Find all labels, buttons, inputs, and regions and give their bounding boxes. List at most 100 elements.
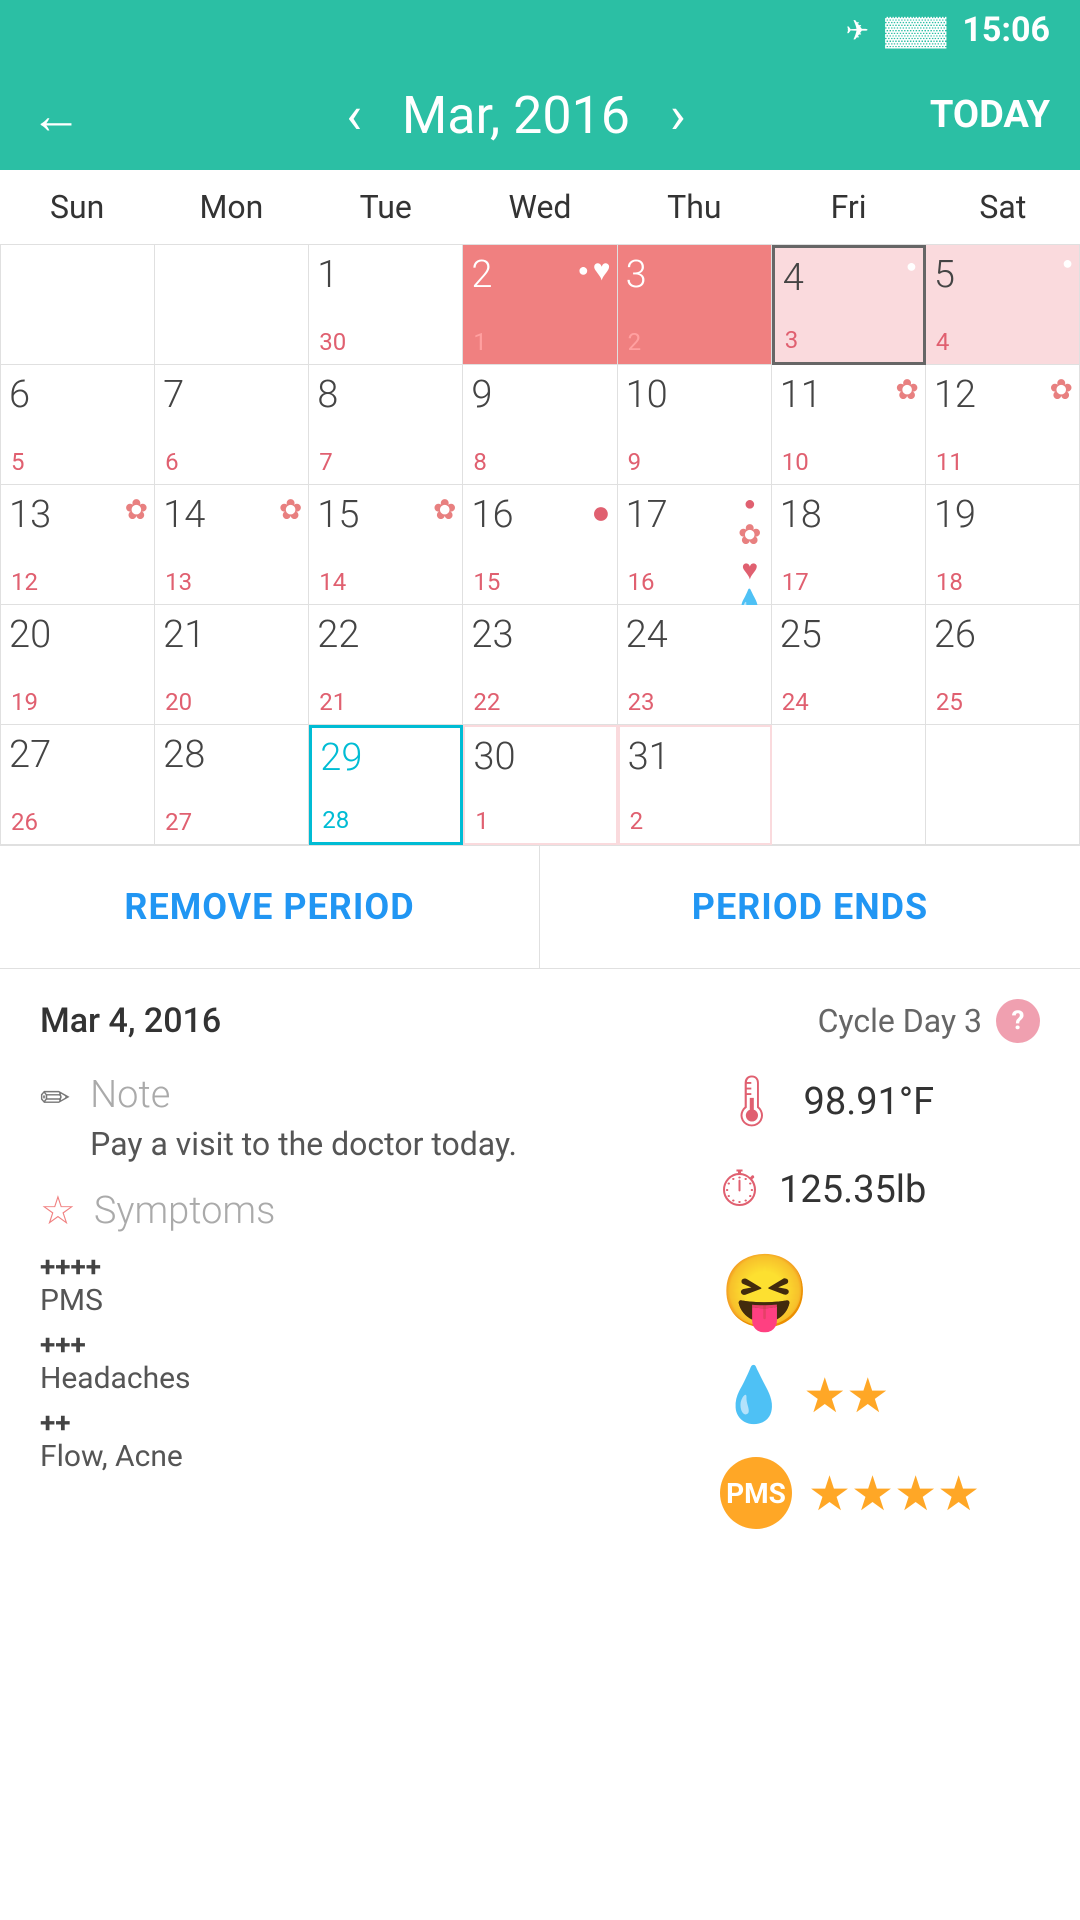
cal-cell-9[interactable]: 9 8 [463, 365, 617, 485]
note-text: Pay a visit to the doctor today. [90, 1125, 517, 1163]
symptoms-label: Symptoms [94, 1189, 275, 1233]
cal-cell-25[interactable]: 25 24 [772, 605, 926, 725]
pms-badge: PMS [720, 1457, 792, 1529]
cal-cell-24[interactable]: 24 23 [618, 605, 772, 725]
cal-cell-18[interactable]: 18 17 [772, 485, 926, 605]
cal-cell-16[interactable]: ● 16 15 [463, 485, 617, 605]
cal-cell-14[interactable]: ✿ 14 13 [155, 485, 309, 605]
symptoms-section: ☆ Symptoms ++++ PMS +++ Headaches ++ Flo… [40, 1187, 680, 1474]
cal-cell-22[interactable]: 22 21 [309, 605, 463, 725]
symptom-headaches: +++ Headaches [40, 1328, 680, 1396]
pms-rating-stars: ★★★★ [808, 1465, 980, 1522]
detail-date: Mar 4, 2016 [40, 1001, 221, 1041]
bottom-action-buttons: REMOVE PERIOD PERIOD ENDS [0, 845, 1080, 969]
cal-cell-5[interactable]: ● 5 4 [926, 245, 1080, 365]
symptoms-header[interactable]: ☆ Symptoms [40, 1187, 680, 1234]
detail-body: ✏ Note Pay a visit to the doctor today. … [40, 1073, 1040, 1529]
flower-icon: ✿ [433, 493, 456, 526]
star-icon: ☆ [40, 1187, 76, 1234]
cal-cell-27[interactable]: 27 26 [1, 725, 155, 845]
day-header-tue: Tue [309, 170, 463, 244]
cal-cell-21[interactable]: 21 20 [155, 605, 309, 725]
temperature-value: 98.91°F [803, 1080, 934, 1124]
status-time: 15:06 [962, 10, 1050, 50]
detail-left-col: ✏ Note Pay a visit to the doctor today. … [40, 1073, 680, 1529]
period-dot-icon: ● [591, 493, 610, 531]
cal-cell-7[interactable]: 7 6 [155, 365, 309, 485]
symptom-flow-acne: ++ Flow, Acne [40, 1406, 680, 1474]
period-stars-row[interactable]: 💧 ★★ [720, 1364, 889, 1427]
flower-icon: ✿ [738, 518, 761, 551]
cal-cell-empty [926, 725, 1080, 845]
day-header-sun: Sun [0, 170, 154, 244]
drop-info-icon: 💧 [720, 1364, 787, 1427]
cal-cell-empty[interactable] [155, 245, 309, 365]
cal-cell-28[interactable]: 28 27 [155, 725, 309, 845]
today-button[interactable]: TODAY [930, 93, 1050, 137]
cal-cell-4-today[interactable]: ● 4 3 [772, 245, 926, 365]
symptom-headaches-intensity: +++ [40, 1328, 680, 1361]
mood-badge[interactable]: 😝 [720, 1249, 810, 1334]
cal-cell-29-selected[interactable]: 29 28 [309, 725, 463, 845]
cal-cell-10[interactable]: 10 9 [618, 365, 772, 485]
symptom-flow-name: Flow, Acne [40, 1439, 680, 1474]
flower-icon: ✿ [125, 493, 148, 526]
detail-header: Mar 4, 2016 Cycle Day 3 ? [40, 999, 1040, 1043]
cal-cell-13[interactable]: ✿ 13 12 [1, 485, 155, 605]
note-row[interactable]: ✏ Note Pay a visit to the doctor today. [40, 1073, 680, 1163]
day-header-mon: Mon [154, 170, 308, 244]
flower-icon: ✿ [1050, 373, 1073, 406]
cal-cell-6[interactable]: 6 5 [1, 365, 155, 485]
cal-cell-empty [772, 725, 926, 845]
detail-right-col: 🌡 98.91°F ⏱ 125.35lb 😝 💧 ★★ PMS ★★★★ [720, 1073, 1040, 1529]
thermometer-icon: 🌡 [720, 1073, 783, 1131]
cal-cell-20[interactable]: 20 19 [1, 605, 155, 725]
day-header-fri: Fri [771, 170, 925, 244]
period-ends-button[interactable]: PERIOD ENDS [540, 846, 1080, 968]
weight-value: 125.35lb [779, 1168, 926, 1212]
flower-icon: ✿ [895, 373, 918, 406]
cycle-day-badge: Cycle Day 3 ? [818, 999, 1040, 1043]
calendar-grid: 1 30 ● ♥ 2 1 3 2 ● 4 3 ● 5 4 6 5 7 6 8 7 [0, 245, 1080, 845]
symptom-pms-name: PMS [40, 1283, 680, 1318]
symptom-headaches-name: Headaches [40, 1361, 680, 1396]
symptom-pms-intensity: ++++ [40, 1250, 680, 1283]
next-month-button[interactable]: › [670, 85, 686, 146]
heart-icon: ♥ [741, 553, 758, 586]
scale-icon: ⏱ [720, 1161, 759, 1219]
remove-period-button[interactable]: REMOVE PERIOD [0, 846, 540, 968]
note-label: Note [90, 1073, 517, 1117]
prev-month-button[interactable]: ‹ [346, 85, 362, 146]
cal-cell-3[interactable]: 3 2 [618, 245, 772, 365]
cal-cell-2[interactable]: ● ♥ 2 1 [463, 245, 617, 365]
cal-cell-8[interactable]: 8 7 [309, 365, 463, 485]
cal-cell-31[interactable]: 31 2 [618, 725, 772, 845]
airplane-icon: ✈ [846, 14, 869, 47]
cal-cell-15[interactable]: ✿ 15 14 [309, 485, 463, 605]
cal-cell-19[interactable]: 19 18 [926, 485, 1080, 605]
pms-stars-row[interactable]: PMS ★★★★ [720, 1457, 980, 1529]
flower-icon: ✿ [279, 493, 302, 526]
small-dot-icon: ● [744, 491, 756, 516]
back-button[interactable]: ← [30, 85, 82, 146]
cal-cell-26[interactable]: 26 25 [926, 605, 1080, 725]
cal-cell-17[interactable]: ● ✿ ♥ 💧 17 16 [618, 485, 772, 605]
cal-cell-1[interactable]: 1 30 [309, 245, 463, 365]
weight-row[interactable]: ⏱ 125.35lb [720, 1161, 926, 1219]
cal-cell-12[interactable]: ✿ 12 11 [926, 365, 1080, 485]
calendar-header: ← ‹ Mar, 2016 › TODAY [0, 60, 1080, 170]
period-dot-icon: ● [1062, 253, 1073, 274]
temperature-row[interactable]: 🌡 98.91°F [720, 1073, 934, 1131]
period-rating-stars: ★★ [803, 1367, 889, 1424]
cal-cell-empty[interactable] [1, 245, 155, 365]
cal-cell-23[interactable]: 23 22 [463, 605, 617, 725]
cal-cell-11[interactable]: ✿ 11 10 [772, 365, 926, 485]
cycle-day-help-button[interactable]: ? [996, 999, 1040, 1043]
day-headers: Sun Mon Tue Wed Thu Fri Sat [0, 170, 1080, 245]
heart-icon: ♥ [593, 253, 611, 288]
battery-icon: ▓▓▓ [885, 14, 946, 47]
cycle-day-text: Cycle Day 3 [818, 1002, 982, 1040]
cal-cell-30[interactable]: 30 1 [463, 725, 617, 845]
detail-section: Mar 4, 2016 Cycle Day 3 ? ✏ Note Pay a v… [0, 969, 1080, 1559]
pencil-icon: ✏ [40, 1077, 70, 1119]
